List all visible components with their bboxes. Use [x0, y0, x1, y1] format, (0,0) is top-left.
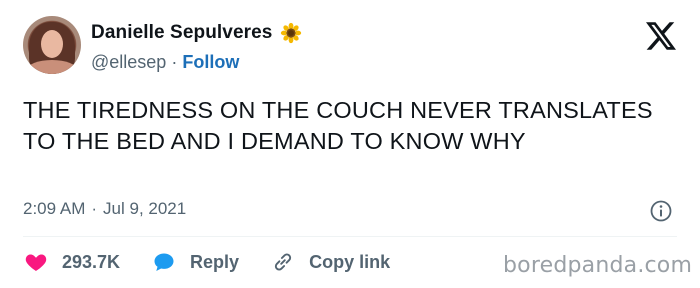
- tweet-text: THE TIREDNESS ON THE COUCH NEVER TRANSLA…: [23, 97, 653, 154]
- sunflower-icon: [281, 22, 302, 44]
- copy-link-label: Copy link: [309, 251, 391, 272]
- avatar-face: [41, 30, 63, 58]
- tweet-date: Jul 9, 2021: [103, 199, 187, 218]
- author-handle[interactable]: @ellesep: [91, 52, 166, 73]
- like-button[interactable]: 293.7K: [24, 250, 120, 274]
- link-icon: [274, 253, 292, 271]
- tweet-timestamp[interactable]: 2:09 AM · Jul 9, 2021: [23, 199, 186, 219]
- x-logo-icon[interactable]: [646, 22, 676, 50]
- reply-button[interactable]: Reply: [152, 250, 239, 274]
- tweet-time: 2:09 AM: [23, 199, 86, 218]
- separator-dot: ·: [171, 52, 178, 72]
- author-display-name[interactable]: Danielle Sepulveres: [91, 22, 272, 44]
- tweet-card: Danielle Sepulveres @ellesep · Follow TH…: [0, 0, 700, 288]
- avatar-shoulders: [27, 60, 77, 74]
- follow-button[interactable]: Follow: [182, 52, 239, 73]
- action-bar: 293.7K Reply Copy link: [24, 248, 422, 276]
- author-handle-row: @ellesep · Follow: [91, 52, 239, 73]
- author-name-row: Danielle Sepulveres: [91, 22, 302, 44]
- separator-dot: ·: [91, 199, 98, 218]
- copy-link-button[interactable]: Copy link: [271, 250, 390, 274]
- like-count: 293.7K: [62, 251, 121, 272]
- avatar[interactable]: [23, 16, 81, 74]
- divider: [23, 236, 677, 237]
- reply-bubble-icon: [154, 253, 174, 271]
- info-icon[interactable]: [649, 199, 673, 223]
- reply-label: Reply: [190, 251, 240, 272]
- heart-icon: [25, 254, 47, 271]
- watermark: boredpanda.com: [503, 253, 693, 278]
